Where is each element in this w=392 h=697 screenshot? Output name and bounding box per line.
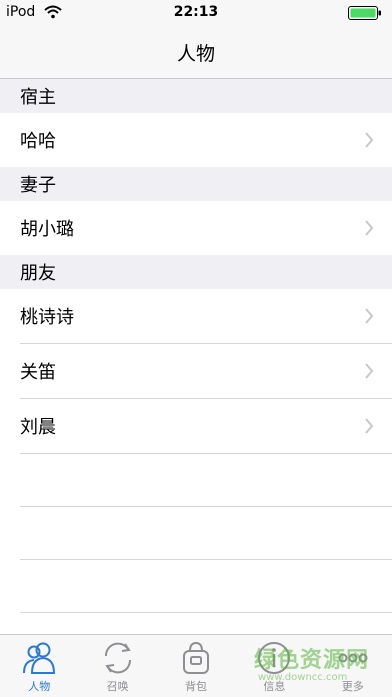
- section-header-friends: 朋友: [0, 255, 392, 289]
- list-item[interactable]: 关笛: [0, 344, 392, 398]
- chevron-right-icon: [365, 363, 374, 379]
- character-list: 宿主 哈哈 妻子 胡小璐 朋友 桃诗诗 关笛 刘晨: [0, 79, 392, 613]
- more-icon: [338, 653, 368, 663]
- list-item-label: 哈哈: [20, 131, 56, 152]
- list-item[interactable]: 哈哈: [0, 113, 392, 167]
- tab-info[interactable]: 信息: [235, 635, 313, 697]
- empty-row: [20, 560, 392, 613]
- tab-bar: 人物 召唤 背包 信息 更多: [0, 634, 392, 697]
- status-time: 22:13: [173, 4, 219, 20]
- tab-label: 信息: [263, 680, 286, 693]
- refresh-icon: [104, 642, 131, 674]
- chevron-right-icon: [365, 220, 374, 236]
- section-title: 宿主: [20, 87, 56, 108]
- tab-summon[interactable]: 召唤: [78, 635, 156, 697]
- list-item-label: 胡小璐: [20, 219, 74, 240]
- section-header-wife: 妻子: [0, 167, 392, 201]
- section-title: 朋友: [20, 263, 56, 284]
- people-icon: [23, 642, 56, 674]
- section-title: 妻子: [20, 175, 56, 196]
- chevron-right-icon: [365, 132, 374, 148]
- tab-label: 人物: [28, 680, 51, 693]
- chevron-right-icon: [365, 418, 374, 434]
- battery-icon: [348, 6, 381, 20]
- tab-label: 背包: [185, 680, 208, 693]
- page-title: 人物: [176, 42, 215, 65]
- tab-bag[interactable]: 背包: [157, 635, 235, 697]
- tab-more[interactable]: 更多: [314, 635, 392, 697]
- list-item[interactable]: 胡小璐: [0, 201, 392, 255]
- list-item[interactable]: 刘晨: [0, 399, 392, 453]
- bag-icon: [183, 641, 210, 674]
- chevron-right-icon: [365, 308, 374, 324]
- nav-bar: 人物: [0, 26, 392, 79]
- status-bar: iPod 22:13: [0, 0, 392, 26]
- list-item[interactable]: 桃诗诗: [0, 289, 392, 343]
- info-icon: [258, 642, 291, 674]
- tab-label: 召唤: [106, 680, 129, 693]
- empty-row: [20, 507, 392, 560]
- list-item-label: 关笛: [20, 362, 56, 383]
- list-item-label: 桃诗诗: [20, 307, 74, 328]
- tab-label: 更多: [341, 680, 364, 693]
- empty-row: [20, 454, 392, 507]
- section-header-host: 宿主: [0, 79, 392, 113]
- list-item-label: 刘晨: [20, 417, 56, 438]
- tab-people[interactable]: 人物: [0, 635, 78, 697]
